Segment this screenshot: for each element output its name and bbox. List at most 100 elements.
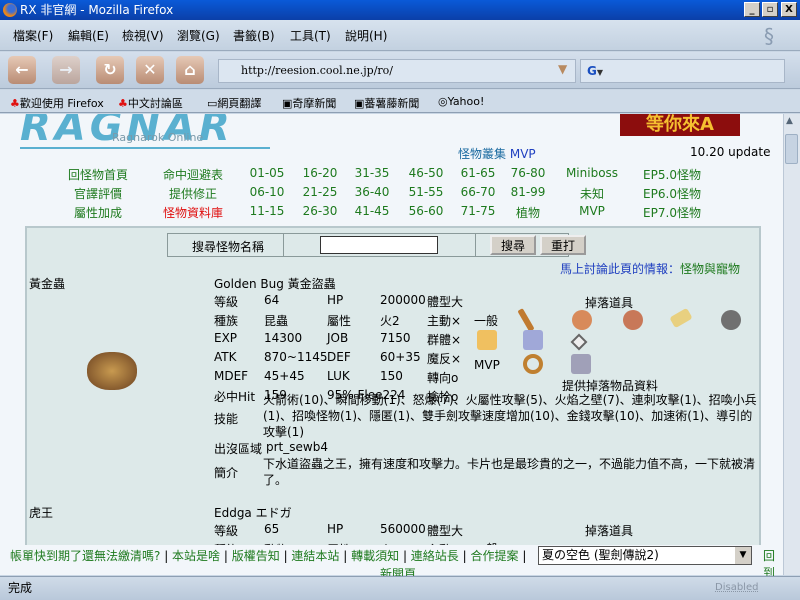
search-engine-icon[interactable]: G — [587, 64, 597, 78]
footer-link[interactable]: 轉載須知 — [351, 549, 399, 563]
bookmark-translate[interactable]: ▭網頁翻譯 — [207, 95, 261, 111]
mvp-drop-item-icon[interactable] — [477, 330, 497, 350]
desc-label: 簡介 — [214, 466, 239, 480]
nav-link[interactable]: 81-99 — [493, 185, 563, 199]
reload-button[interactable]: ↻ — [96, 56, 124, 84]
monster-name: 虎王 — [29, 506, 54, 520]
drop-item-icon[interactable] — [721, 310, 741, 330]
menu-help[interactable]: 說明(H) — [345, 27, 387, 44]
stat-cell: 560000 — [380, 522, 426, 536]
stop-button[interactable]: ✕ — [136, 56, 164, 84]
nav-link[interactable]: Miniboss — [557, 166, 627, 180]
update-text: 10.20 update — [690, 145, 771, 159]
search-table: 搜尋怪物名稱 搜尋 重打 — [167, 233, 586, 257]
footer-link[interactable]: 本站是啥 — [172, 549, 220, 563]
menu-bookmarks[interactable]: 書籤(B) — [233, 27, 275, 44]
drop-item-icon[interactable] — [623, 310, 643, 330]
stat-cell: 45+45 — [264, 369, 305, 383]
forward-button[interactable]: → — [52, 56, 80, 84]
stat-cell: MDEF — [214, 369, 249, 383]
menu-edit[interactable]: 編輯(E) — [68, 27, 109, 44]
nav-link[interactable]: 命中迴避表 — [158, 166, 228, 183]
mvp-drops-label[interactable]: MVP — [474, 358, 500, 372]
footer-bar: 帳單快到期了還無法繳清嗎? | 本站是啥 | 版權告知 | 連結本站 | 轉載須… — [0, 545, 783, 581]
bookmark-forum[interactable]: ♣中文討論區 — [118, 95, 183, 111]
nav-link[interactable]: EP6.0怪物 — [637, 185, 707, 202]
skills-label: 技能 — [214, 412, 239, 426]
mvp-drop-item-icon[interactable] — [523, 330, 543, 350]
back-button[interactable]: ← — [8, 56, 36, 84]
logo-underline — [20, 147, 270, 149]
nav-link[interactable]: 76-80 — [493, 166, 563, 180]
footer-link[interactable]: 版權告知 — [232, 549, 280, 563]
bookmark-welcome[interactable]: ♣歡迎使用 Firefox — [10, 95, 104, 111]
bookmark-yam-news[interactable]: ▣蕃薯藤新聞 — [354, 95, 419, 111]
normal-drops-label[interactable]: 一般 — [474, 312, 498, 329]
stat-cell: 必中Hit — [214, 390, 256, 404]
minimize-button[interactable]: _ — [744, 2, 760, 17]
nav-link[interactable]: EP7.0怪物 — [637, 204, 707, 221]
nav-link[interactable]: 官譯評價 — [63, 185, 133, 202]
drop-item-icon[interactable] — [669, 307, 693, 329]
monster-search-input[interactable] — [320, 236, 438, 254]
footer-link[interactable]: 連結本站 — [291, 549, 339, 563]
footer-link[interactable]: 帳單快到期了還無法繳清嗎? — [10, 549, 160, 563]
discuss-link[interactable]: 馬上討論此頁的情報：怪物與寵物 — [560, 260, 740, 277]
search-box[interactable]: G▼ — [580, 59, 785, 83]
drops-label: 掉落道具 — [585, 524, 634, 538]
navigation-toolbar: ← → ↻ ✕ ⌂ http://reesion.cool.ne.jp/ro/ … — [0, 52, 800, 89]
nav-link[interactable]: 怪物資料庫 — [158, 204, 228, 221]
footer-link[interactable]: 合作提案 — [470, 549, 518, 563]
nav-link[interactable]: 屬性加成 — [63, 204, 133, 221]
search-label: 搜尋怪物名稱 — [192, 240, 265, 254]
search-button[interactable]: 搜尋 — [490, 235, 536, 255]
maximize-button[interactable]: ▫ — [762, 2, 778, 17]
separator: | — [399, 549, 411, 563]
stat-cell: 64 — [264, 293, 280, 307]
bookmark-kimo-news[interactable]: ▣奇摩新聞 — [282, 95, 336, 111]
bookmark-yahoo[interactable]: ◎Yahoo! — [438, 95, 484, 108]
nav-link[interactable]: 植物 — [493, 204, 563, 221]
stat-cell: 火2 — [380, 314, 400, 328]
mvp-drop-item-icon[interactable] — [523, 354, 543, 374]
drops-label: 掉落道具 — [585, 296, 634, 310]
menu-file[interactable]: 檔案(F) — [13, 27, 53, 44]
nav-link[interactable]: 未知 — [557, 185, 627, 202]
mvp-drop-item-icon[interactable] — [571, 354, 591, 374]
adblock-status[interactable]: Disabled — [715, 577, 758, 599]
home-button[interactable]: ⌂ — [176, 56, 204, 84]
nav-link[interactable]: 提供修正 — [158, 185, 228, 202]
drop-item-icon[interactable] — [572, 310, 592, 330]
stat-cell: 60+35 — [380, 350, 421, 364]
logo-subtitle: Ragnarok Online — [112, 131, 204, 144]
monster-name: 黃金蟲 — [29, 277, 66, 291]
menu-go[interactable]: 瀏覽(G) — [177, 27, 220, 44]
scrollbar-thumb[interactable] — [785, 134, 798, 164]
menu-view[interactable]: 檢視(V) — [122, 27, 164, 44]
music-select[interactable]: 夏の空色 (聖劍傳說2) ▼ — [538, 546, 752, 565]
stat-cell: 魔反× — [427, 352, 462, 366]
footer-link[interactable]: 連絡站長 — [411, 549, 459, 563]
status-text: 完成 — [8, 581, 33, 595]
url-bar[interactable]: http://reesion.cool.ne.jp/ro/ — [218, 59, 576, 83]
drop-item-icon[interactable] — [517, 308, 535, 332]
nav-link[interactable]: MVP — [557, 204, 627, 218]
vertical-scrollbar[interactable] — [783, 114, 800, 575]
nav-link[interactable]: 回怪物首頁 — [63, 166, 133, 183]
separator: | — [339, 549, 352, 563]
scroll-up-icon[interactable]: ▲ — [786, 116, 793, 126]
separator: | — [518, 549, 527, 563]
banner-ad[interactable]: 等你來A — [620, 114, 740, 136]
title-bar: RX 非官網 - Mozilla Firefox — [0, 0, 800, 20]
stat-cell: 群體× — [427, 333, 462, 347]
stat-cell: 200000 — [380, 293, 426, 307]
separator: | — [458, 549, 471, 563]
close-button[interactable]: X — [781, 2, 797, 17]
menu-tools[interactable]: 工具(T) — [290, 27, 331, 44]
nav-link[interactable]: EP5.0怪物 — [637, 166, 707, 183]
mvp-drop-item-icon[interactable] — [570, 333, 588, 351]
stat-cell: 體型大 — [427, 295, 464, 309]
reset-button[interactable]: 重打 — [540, 235, 586, 255]
monster-collection-link[interactable]: 怪物叢集 MVP — [458, 145, 536, 162]
url-dropdown-icon[interactable]: ▼ — [558, 62, 567, 76]
